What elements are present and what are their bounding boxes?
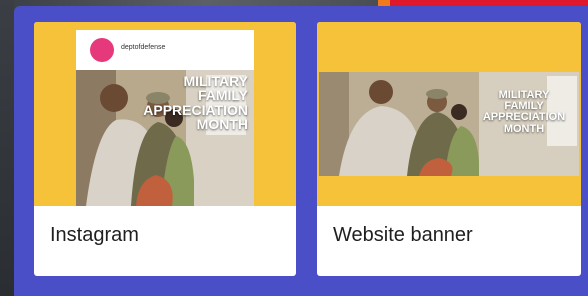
overlay-line: MONTH xyxy=(196,115,248,132)
overlay-line: MILITARY xyxy=(183,73,248,89)
instagram-account-name: deptofdefense xyxy=(121,44,166,51)
instagram-format-card[interactable]: deptofdefense MILITARY FAMILY APPRECIATI xyxy=(34,22,296,276)
instagram-post-header: deptofdefense xyxy=(76,30,254,70)
overlay-line: FAMILY xyxy=(197,87,248,104)
card-caption: Instagram xyxy=(50,224,139,246)
background-edge xyxy=(0,0,14,296)
card-caption: Website banner xyxy=(333,224,473,246)
overlay-headline: MILITARY FAMILY APPRECIATION MONTH xyxy=(479,89,569,135)
overlay-line: APPRECIATION xyxy=(143,101,248,118)
website-banner-preview: MILITARY FAMILY APPRECIATION MONTH xyxy=(317,22,581,206)
overlay-line: MONTH xyxy=(503,122,545,135)
overlay-headline: MILITARY FAMILY APPRECIATION MONTH xyxy=(128,74,248,131)
instagram-post-mockup: deptofdefense MILITARY FAMILY APPRECIATI xyxy=(76,30,254,206)
website-banner-format-card[interactable]: MILITARY FAMILY APPRECIATION MONTH Websi… xyxy=(317,22,581,276)
overlay-line: APPRECIATION xyxy=(482,111,566,124)
instagram-preview: deptofdefense MILITARY FAMILY APPRECIATI xyxy=(34,22,296,206)
website-banner-mockup: MILITARY FAMILY APPRECIATION MONTH xyxy=(319,72,579,176)
avatar xyxy=(90,38,114,62)
